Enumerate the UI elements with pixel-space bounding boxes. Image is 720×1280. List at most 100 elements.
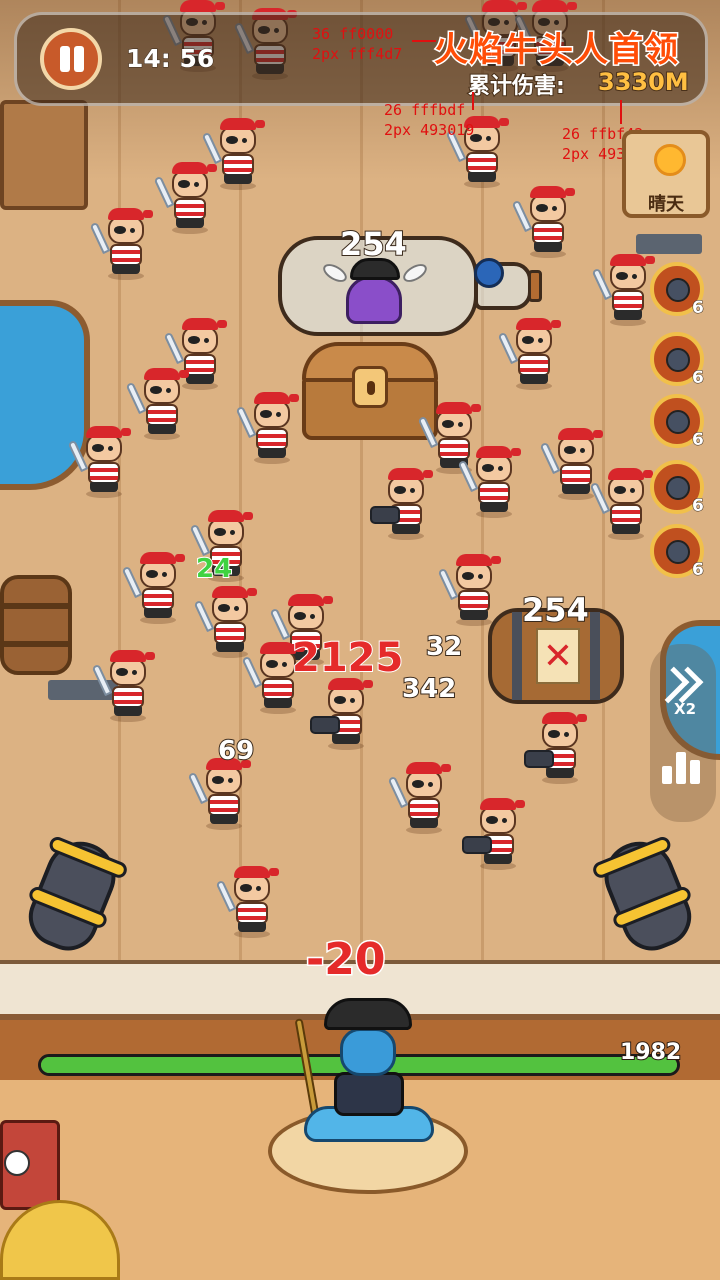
annotation-text: 26 fffbdf [384,101,466,119]
stats-button[interactable] [660,744,706,784]
pirate-head [530,194,566,222]
annotation-boss-name: 36 ff0000 2px fff4d7 [312,24,402,64]
speed-x2-button[interactable]: X2 [652,664,712,720]
bandana-icon [406,762,451,774]
heal-number: 24 [195,554,233,584]
pirate-head [110,658,146,686]
pirate-head [234,874,270,902]
pants [224,174,252,184]
side-barrel [0,575,72,675]
pants [258,448,286,458]
x-mark-icon: ✕ [536,628,580,684]
bandana-icon [140,552,185,564]
sword-pirate-enemy [215,866,280,938]
pirate-head [406,770,442,798]
gunner-pirate-enemy [310,678,374,750]
wooden-crate [0,100,88,210]
pants [410,818,438,828]
total-damage-value: 3330M [597,67,690,97]
pirate-head [476,454,512,482]
bandana-icon [182,318,227,330]
sword-pirate-enemy [457,446,522,518]
bar-chart-icon [690,760,700,784]
skill-count: 6 [692,496,705,517]
bandana-icon [86,426,131,438]
bandana-icon [108,208,153,220]
striped-shirt [518,354,550,376]
bandana-icon [110,650,155,662]
gunner-pirate-enemy [524,712,588,784]
gun-icon [524,750,554,768]
lock-icon [352,366,388,408]
bandana-icon [608,468,653,480]
sun-icon [654,144,686,176]
barrel-hp: 254 [521,591,590,629]
bandana-icon [180,0,225,12]
treasure-pile [0,1080,120,1280]
skill-count: 6 [692,298,705,319]
pants [614,310,642,320]
skull-icon [4,1150,30,1176]
striped-shirt [112,686,144,708]
pants [112,264,140,274]
boss-name: 火焰牛头人首领 [433,29,680,72]
pants [114,706,142,716]
pants [612,524,640,534]
striped-shirt [560,464,592,486]
pirate-head [140,560,176,588]
octopus-icon [346,276,402,324]
striped-shirt [466,152,498,174]
pirate-head [610,262,646,290]
bandana-icon [542,712,587,724]
sword-pirate-enemy [153,162,218,234]
bandana-icon [260,642,305,654]
pants [176,218,204,228]
pants [238,922,266,932]
bomb-skill-button[interactable]: 6 [650,394,705,451]
weather-label: 晴天 [648,194,684,215]
bomb-skill-button[interactable]: 6 [650,460,705,517]
game-stage: 254 ✕ 254 24 2125 32 342 69 14: 56 火焰牛头人… [0,0,720,1280]
pirate-hat-icon [324,998,412,1030]
pants [216,642,244,652]
pirate-head [206,766,242,794]
bottle-cork [528,270,542,302]
striped-shirt [88,462,120,484]
gun-icon [370,506,400,524]
pirate-head [212,594,248,622]
pants [186,374,214,384]
striped-shirt [610,504,642,526]
bandana-icon [208,510,253,522]
striped-shirt [262,678,294,700]
sword-pirate-enemy [591,254,656,326]
total-damage-label: 累计伤害: [467,73,566,100]
striped-shirt [214,622,246,644]
pirate-head [328,686,364,714]
bandana-icon [456,554,501,566]
pirate-head [172,170,208,198]
sword-pirate-enemy [67,426,132,498]
skill-count: 6 [692,430,705,451]
bomb-skill-button[interactable]: 6 [650,262,705,319]
damage-number: 32 [425,632,463,662]
octopus-pirate-hero[interactable] [294,998,440,1148]
annotation-text: 36 ff0000 [312,25,394,43]
pants [90,482,118,492]
striped-shirt [408,798,440,820]
annotation-label: 26 fffbdf 2px 493019 [384,100,474,140]
annotation-line [472,92,474,110]
pirate-head [456,562,492,590]
pants [562,484,590,494]
pirate-head [108,216,144,244]
pants [460,610,488,620]
bomb-skill-button[interactable]: 6 [650,332,704,389]
round-timer: 14: 56 [125,44,215,74]
treasure-chest[interactable] [302,342,438,440]
bomb-skill-button[interactable]: 6 [650,524,704,581]
sword-pirate-enemy [125,368,190,440]
bandana-icon [220,118,265,130]
sword-pirate-enemy [121,552,186,624]
annotation-text: 2px 493019 [384,121,475,139]
pause-button[interactable] [40,28,102,90]
pirate-head [436,410,472,438]
